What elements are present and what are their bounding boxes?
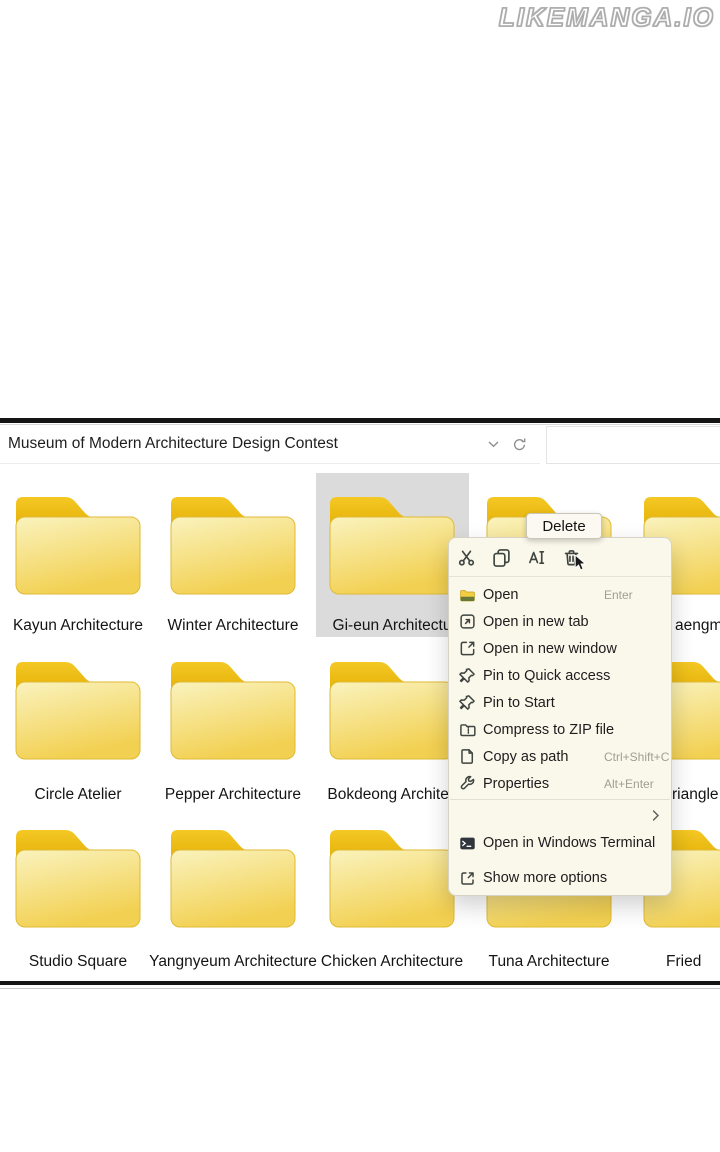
copy-button[interactable] xyxy=(489,545,513,569)
panel-border-bottom-shadow xyxy=(0,988,720,989)
folder-label[interactable]: Pepper Architecture xyxy=(148,786,318,806)
folder[interactable] xyxy=(169,827,297,929)
menu-item-shortcut: Ctrl+Shift+C xyxy=(604,750,669,764)
menu-separator xyxy=(450,799,670,800)
address-dropdown-button[interactable] xyxy=(480,431,506,457)
folder-label[interactable]: Fried xyxy=(666,953,701,973)
menu-item-show-more-options[interactable]: Show more options xyxy=(449,862,671,894)
menu-item-open[interactable]: Open Enter xyxy=(449,581,671,608)
open-folder-icon xyxy=(459,586,476,603)
page: LIKEMANGA.IO Museum of Modern Architectu… xyxy=(0,0,720,1152)
folder-label[interactable]: Winter Architecture xyxy=(148,617,318,637)
menu-item-copy-as-path[interactable]: Copy as path Ctrl+Shift+C xyxy=(449,743,671,770)
menu-item-shortcut: Alt+Enter xyxy=(604,777,654,791)
folder[interactable] xyxy=(14,659,142,761)
menu-item-open-in-new-tab[interactable]: Open in new tab xyxy=(449,608,671,635)
properties-icon xyxy=(459,775,476,792)
search-input[interactable] xyxy=(546,426,720,464)
menu-item-label: Open in new tab xyxy=(483,614,589,630)
address-bar-text[interactable]: Museum of Modern Architecture Design Con… xyxy=(8,435,480,453)
folder-label[interactable]: Circle Atelier xyxy=(0,786,163,806)
show-more-icon xyxy=(459,870,476,887)
delete-tooltip: Delete xyxy=(526,513,602,539)
context-menu-quick-actions xyxy=(449,538,671,577)
folder-icon xyxy=(328,659,456,761)
folder-icon xyxy=(169,494,297,596)
folder-label[interactable]: Kayun Architecture xyxy=(0,617,163,637)
folder-icon xyxy=(14,494,142,596)
menu-item-open-in-windows-terminal[interactable]: Open in Windows Terminal xyxy=(449,828,671,858)
copy-icon xyxy=(492,548,511,567)
panel-border-bottom xyxy=(0,981,720,985)
folder-label[interactable]: riangle xyxy=(672,786,719,806)
refresh-icon xyxy=(511,436,528,453)
folder-icon xyxy=(14,827,142,929)
folder-label[interactable]: Studio Square xyxy=(0,953,163,973)
folder-label[interactable]: Yangnyeum Architecture xyxy=(148,953,318,973)
context-menu-items: Open Enter Open in new tab Open in new wind… xyxy=(449,577,671,894)
folder[interactable] xyxy=(169,659,297,761)
menu-item-pin-to-start[interactable]: Pin to Start xyxy=(449,689,671,716)
menu-item-label: Open in Windows Terminal xyxy=(483,835,655,851)
mouse-cursor xyxy=(574,555,586,571)
folder[interactable] xyxy=(328,659,456,761)
chevron-down-icon xyxy=(487,440,500,449)
context-menu: Open Enter Open in new tab Open in new wind… xyxy=(448,537,672,896)
menu-item-label: Copy as path xyxy=(483,749,568,765)
chevron-right-icon xyxy=(652,809,660,822)
folder[interactable] xyxy=(14,494,142,596)
pin-icon xyxy=(459,667,476,684)
folder-icon xyxy=(328,494,456,596)
menu-item-compress-to-zip-file[interactable]: Compress to ZIP file xyxy=(449,716,671,743)
open-new-tab-icon xyxy=(459,613,476,630)
menu-item-label: Pin to Quick access xyxy=(483,668,610,684)
folder[interactable] xyxy=(328,827,456,929)
menu-item-submenu[interactable] xyxy=(449,802,671,828)
address-bar[interactable]: Museum of Modern Architecture Design Con… xyxy=(0,425,540,464)
copy-path-icon xyxy=(459,748,476,765)
menu-item-open-in-new-window[interactable]: Open in new window xyxy=(449,635,671,662)
folder-label[interactable]: Chicken Architecture xyxy=(307,953,477,973)
menu-item-properties[interactable]: Properties Alt+Enter xyxy=(449,770,671,797)
menu-item-label: Properties xyxy=(483,776,549,792)
menu-item-shortcut: Enter xyxy=(604,588,633,602)
cut-button[interactable] xyxy=(454,545,478,569)
folder-icon xyxy=(328,827,456,929)
folder[interactable] xyxy=(14,827,142,929)
folder-icon xyxy=(14,659,142,761)
zip-icon xyxy=(459,721,476,738)
folder[interactable] xyxy=(328,494,456,596)
folder-icon xyxy=(169,659,297,761)
menu-item-label: Show more options xyxy=(483,870,607,886)
pin-icon xyxy=(459,694,476,711)
refresh-button[interactable] xyxy=(506,431,532,457)
folder-icon xyxy=(169,827,297,929)
menu-item-label: Compress to ZIP file xyxy=(483,722,614,738)
folder[interactable] xyxy=(169,494,297,596)
open-new-window-icon xyxy=(459,640,476,657)
panel-border-top xyxy=(0,418,720,423)
blank-icon xyxy=(459,807,476,824)
menu-item-label: Open in new window xyxy=(483,641,617,657)
folder-label[interactable]: Tuna Architecture xyxy=(464,953,634,973)
terminal-icon xyxy=(459,835,476,852)
menu-item-label: Pin to Start xyxy=(483,695,555,711)
folder-label[interactable]: aengmy xyxy=(675,617,720,637)
menu-item-pin-to-quick-access[interactable]: Pin to Quick access xyxy=(449,662,671,689)
rename-icon xyxy=(527,548,546,567)
rename-button[interactable] xyxy=(524,545,548,569)
site-watermark: LIKEMANGA.IO xyxy=(499,2,715,33)
menu-item-label: Open xyxy=(483,587,518,603)
cut-icon xyxy=(457,548,476,567)
